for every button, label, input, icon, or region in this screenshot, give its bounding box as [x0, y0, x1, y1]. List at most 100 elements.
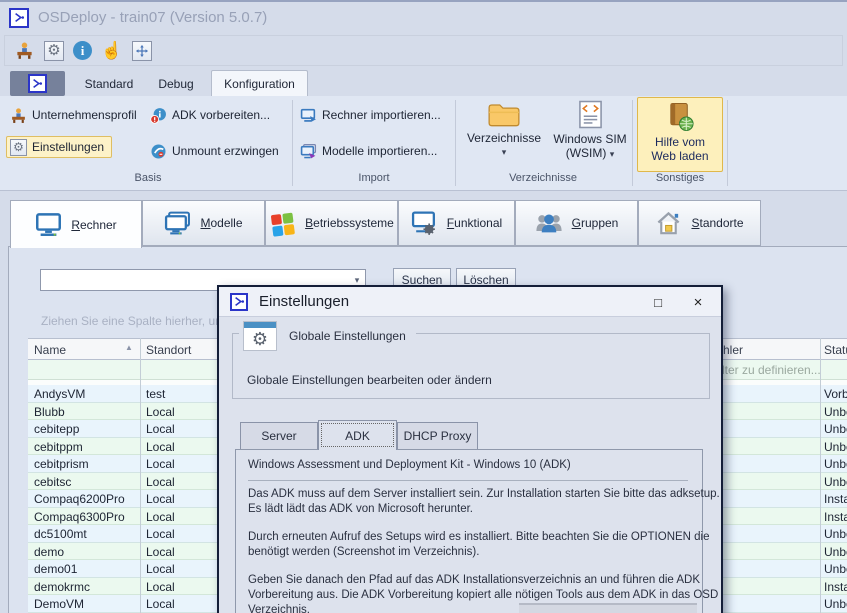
windows-sim-dropdown-button[interactable]: Windows SIM (WSIM) ▾: [548, 97, 632, 172]
cell-standort: Local: [146, 580, 175, 594]
settings-gear-icon[interactable]: ⚙: [44, 41, 64, 61]
dialog-description: Globale Einstellungen bearbeiten oder än…: [247, 373, 492, 387]
cell-standort: Local: [146, 597, 175, 611]
dialog-tab-adk[interactable]: ADK: [318, 420, 397, 450]
close-button[interactable]: ×: [687, 292, 709, 312]
ribbon-separator: [292, 100, 293, 186]
cell-standort: Local: [146, 510, 175, 524]
cell-name: Compaq6300Pro: [34, 510, 125, 524]
cell-status: Unbe: [824, 405, 847, 419]
button-label: Unternehmensprofil: [32, 108, 137, 122]
tab-funktional[interactable]: Funktional: [398, 200, 515, 246]
house-icon: [655, 210, 682, 237]
ribbon-tab-debug[interactable]: Debug: [150, 72, 202, 96]
cell-status: Vorb: [824, 387, 847, 401]
cell-name: cebitppm: [34, 440, 83, 454]
column-divider: [820, 338, 821, 613]
info-icon[interactable]: i: [73, 41, 92, 60]
tab-rechner[interactable]: Rechner: [10, 200, 142, 248]
adk-tab-panel: Windows Assessment und Deployment Kit - …: [235, 449, 703, 613]
hilfe-vom-web-laden-button[interactable]: Hilfe vom Web laden: [637, 97, 723, 172]
column-header-status-fragment[interactable]: Statu: [824, 343, 847, 357]
tab-gruppen[interactable]: Gruppen: [515, 200, 638, 246]
cell-standort: Local: [146, 457, 175, 471]
company-profile-icon[interactable]: [13, 40, 35, 62]
unternehmensprofil-button[interactable]: Unternehmensprofil: [10, 104, 137, 126]
global-settings-gear-icon: ⚙: [243, 321, 277, 351]
button-label: Windows SIM: [553, 132, 626, 146]
button-label: Unmount erzwingen: [172, 144, 279, 158]
dialog-tab-dhcp-proxy[interactable]: DHCP Proxy: [397, 422, 478, 450]
cell-status: Insta: [824, 510, 847, 524]
monitor-gear-icon: [411, 210, 438, 237]
hand-pointer-icon[interactable]: ☝: [101, 40, 123, 62]
unmount-icon: [150, 143, 167, 160]
gear-icon: ⚙: [10, 139, 27, 156]
button-label: Modelle importieren...: [322, 144, 437, 158]
adk-paragraph-1: Das ADK muss auf dem Server installiert …: [248, 487, 720, 517]
title-bar: OSDeploy - train07 (Version 5.0.7): [0, 2, 847, 33]
folder-icon: [487, 100, 521, 131]
cell-status: Unbe: [824, 440, 847, 454]
application-menu-button[interactable]: [10, 71, 65, 96]
cell-name: cebitprism: [34, 457, 89, 471]
cell-name: demo01: [34, 562, 77, 576]
ribbon-tab-konfiguration[interactable]: Konfiguration: [211, 70, 308, 97]
dialog-title-bar[interactable]: Einstellungen: [219, 287, 721, 317]
button-label-line2: (WSIM) ▾: [566, 146, 615, 161]
maximize-button[interactable]: □: [647, 292, 669, 312]
quick-access-toolbar: ⚙ i ☝: [4, 35, 843, 66]
dialog-header-legend: ⚙ Globale Einstellungen: [239, 321, 416, 351]
adk-heading: Windows Assessment und Deployment Kit - …: [248, 458, 571, 473]
dialog-title: Einstellungen: [259, 293, 349, 310]
ribbon-group-label-verzeichnisse: Verzeichnisse: [458, 172, 628, 184]
legend-label: Globale Einstellungen: [289, 329, 406, 343]
tab-modelle[interactable]: Modelle: [142, 200, 265, 246]
info-warning-icon: [150, 107, 167, 124]
modelle-importieren-button[interactable]: Modelle importieren...: [300, 140, 437, 162]
cell-name: cebitepp: [34, 422, 79, 436]
adk-vorbereiten-button[interactable]: ADK vorbereiten...: [150, 104, 270, 126]
tab-standorte[interactable]: Standorte: [638, 200, 761, 246]
cell-standort: Local: [146, 475, 175, 489]
column-header-name[interactable]: Name: [34, 343, 66, 357]
models-import-icon: [300, 143, 317, 160]
move-icon[interactable]: [132, 41, 152, 61]
cell-standort: Local: [146, 527, 175, 541]
computer-import-icon: [300, 107, 317, 124]
dialog-bottom-control[interactable]: [519, 603, 697, 613]
tab-label: Standorte: [691, 216, 743, 230]
column-header-standort[interactable]: Standort: [146, 343, 191, 357]
column-header-zaehler-fragment[interactable]: hler: [723, 343, 743, 357]
cell-standort: Local: [146, 405, 175, 419]
dropdown-arrow-icon: ▾: [610, 149, 615, 159]
app-logo-icon-small: [28, 74, 47, 93]
button-label: Rechner importieren...: [322, 108, 441, 122]
cell-name: AndysVM: [34, 387, 85, 401]
verzeichnisse-dropdown-button[interactable]: Verzeichnisse ▾: [462, 97, 546, 172]
button-label: Hilfe vom: [655, 135, 705, 149]
cell-status: Unbe: [824, 475, 847, 489]
button-label: ADK vorbereiten...: [172, 108, 270, 122]
dialog-tab-server[interactable]: Server: [240, 422, 318, 450]
ribbon-group-label-import: Import: [298, 172, 450, 184]
xml-document-icon: [578, 100, 603, 132]
ribbon-group-label-sonstiges: Sonstiges: [637, 172, 723, 184]
cell-status: Unbe: [824, 597, 847, 611]
ribbon-group-label-basis: Basis: [8, 172, 288, 184]
rechner-importieren-button[interactable]: Rechner importieren...: [300, 104, 441, 126]
person-desk-icon: [10, 107, 27, 124]
monitors-icon: [164, 210, 191, 236]
tab-label: Betriebssysteme: [305, 216, 394, 230]
separator-line: [248, 480, 688, 481]
einstellungen-dialog: Einstellungen □ × ⚙ Globale Einstellunge…: [217, 285, 723, 613]
cell-standort: Local: [146, 440, 175, 454]
unmount-erzwingen-button[interactable]: Unmount erzwingen: [150, 140, 279, 162]
tab-betriebssysteme[interactable]: Betriebssysteme: [265, 200, 398, 246]
monitor-icon: [35, 211, 62, 238]
cell-name: demo: [34, 545, 64, 559]
einstellungen-button[interactable]: ⚙ Einstellungen: [6, 136, 112, 158]
adk-paragraph-2: Durch erneuten Aufruf des Setups wird es…: [248, 530, 710, 560]
button-label: Verzeichnisse: [467, 131, 541, 145]
ribbon-tab-standard[interactable]: Standard: [75, 72, 143, 96]
